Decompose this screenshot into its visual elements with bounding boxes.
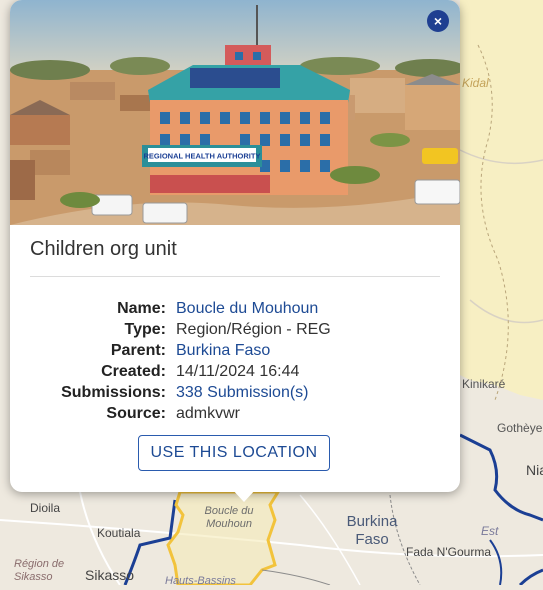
popup-tip bbox=[231, 488, 257, 502]
popup-title: Children org unit bbox=[30, 238, 177, 260]
map-label-boucle-du-mouhoun: Boucle du Mouhoun bbox=[204, 505, 254, 530]
detail-row-name: Name: Boucle du Mouhoun bbox=[30, 298, 450, 319]
name-link[interactable]: Boucle du Mouhoun bbox=[176, 300, 318, 318]
parent-link[interactable]: Burkina Faso bbox=[176, 342, 270, 360]
map-label-sikasso: Sikasso bbox=[85, 567, 135, 583]
building-photo-illustration: REGIONAL HEALTH AUTHORITY bbox=[10, 0, 460, 225]
detail-row-type: Type: Region/Région - REG bbox=[30, 319, 450, 340]
close-button[interactable]: × bbox=[427, 10, 449, 32]
detail-label: Source: bbox=[106, 404, 166, 422]
map-label-gotheye: Gothèye bbox=[497, 421, 543, 435]
created-value: 14/11/2024 16:44 bbox=[176, 362, 300, 380]
svg-text:REGIONAL HEALTH AUTHORITY: REGIONAL HEALTH AUTHORITY bbox=[144, 152, 261, 161]
title-divider bbox=[30, 276, 440, 277]
highlight-region bbox=[460, 0, 543, 400]
map-label-burkina-faso: Burkina Faso bbox=[346, 513, 398, 548]
org-unit-details: Name: Boucle du Mouhoun Type: Region/Rég… bbox=[30, 298, 450, 424]
use-this-location-button[interactable]: USE THIS LOCATION bbox=[138, 435, 330, 471]
org-unit-photo: REGIONAL HEALTH AUTHORITY bbox=[10, 0, 460, 225]
map-label-koutiala: Koutiala bbox=[97, 526, 141, 540]
map-label-region-sikasso: Région de Sikasso bbox=[14, 558, 65, 583]
detail-label: Created: bbox=[101, 362, 166, 380]
detail-row-created: Created: 14/11/2024 16:44 bbox=[30, 361, 450, 382]
map-label-nia: Nia bbox=[526, 462, 543, 478]
detail-row-submissions: Submissions: 338 Submission(s) bbox=[30, 382, 450, 403]
map-label-dioila: Dioila bbox=[30, 501, 61, 515]
detail-row-parent: Parent: Burkina Faso bbox=[30, 340, 450, 361]
source-value: admkvwr bbox=[176, 404, 241, 422]
type-value: Region/Région - REG bbox=[176, 320, 331, 338]
map-label-fada: Fada N'Gourma bbox=[406, 545, 491, 559]
map-label-hauts-bassins: Hauts-Bassins bbox=[165, 575, 236, 587]
detail-label: Type: bbox=[124, 320, 166, 338]
map-label-est: Est bbox=[481, 524, 499, 538]
submissions-link[interactable]: 338 Submission(s) bbox=[176, 384, 309, 402]
detail-label: Name: bbox=[117, 299, 166, 317]
detail-label: Submissions: bbox=[61, 383, 166, 401]
detail-label: Parent: bbox=[110, 341, 166, 359]
map-label-kinikare: Kinikaré bbox=[462, 377, 506, 391]
close-icon: × bbox=[433, 13, 443, 29]
map-label-kidal: Kidal bbox=[462, 76, 489, 90]
detail-row-source: Source: admkvwr bbox=[30, 403, 450, 424]
org-unit-popup: REGIONAL HEALTH AUTHORITY × Children org… bbox=[10, 0, 460, 502]
